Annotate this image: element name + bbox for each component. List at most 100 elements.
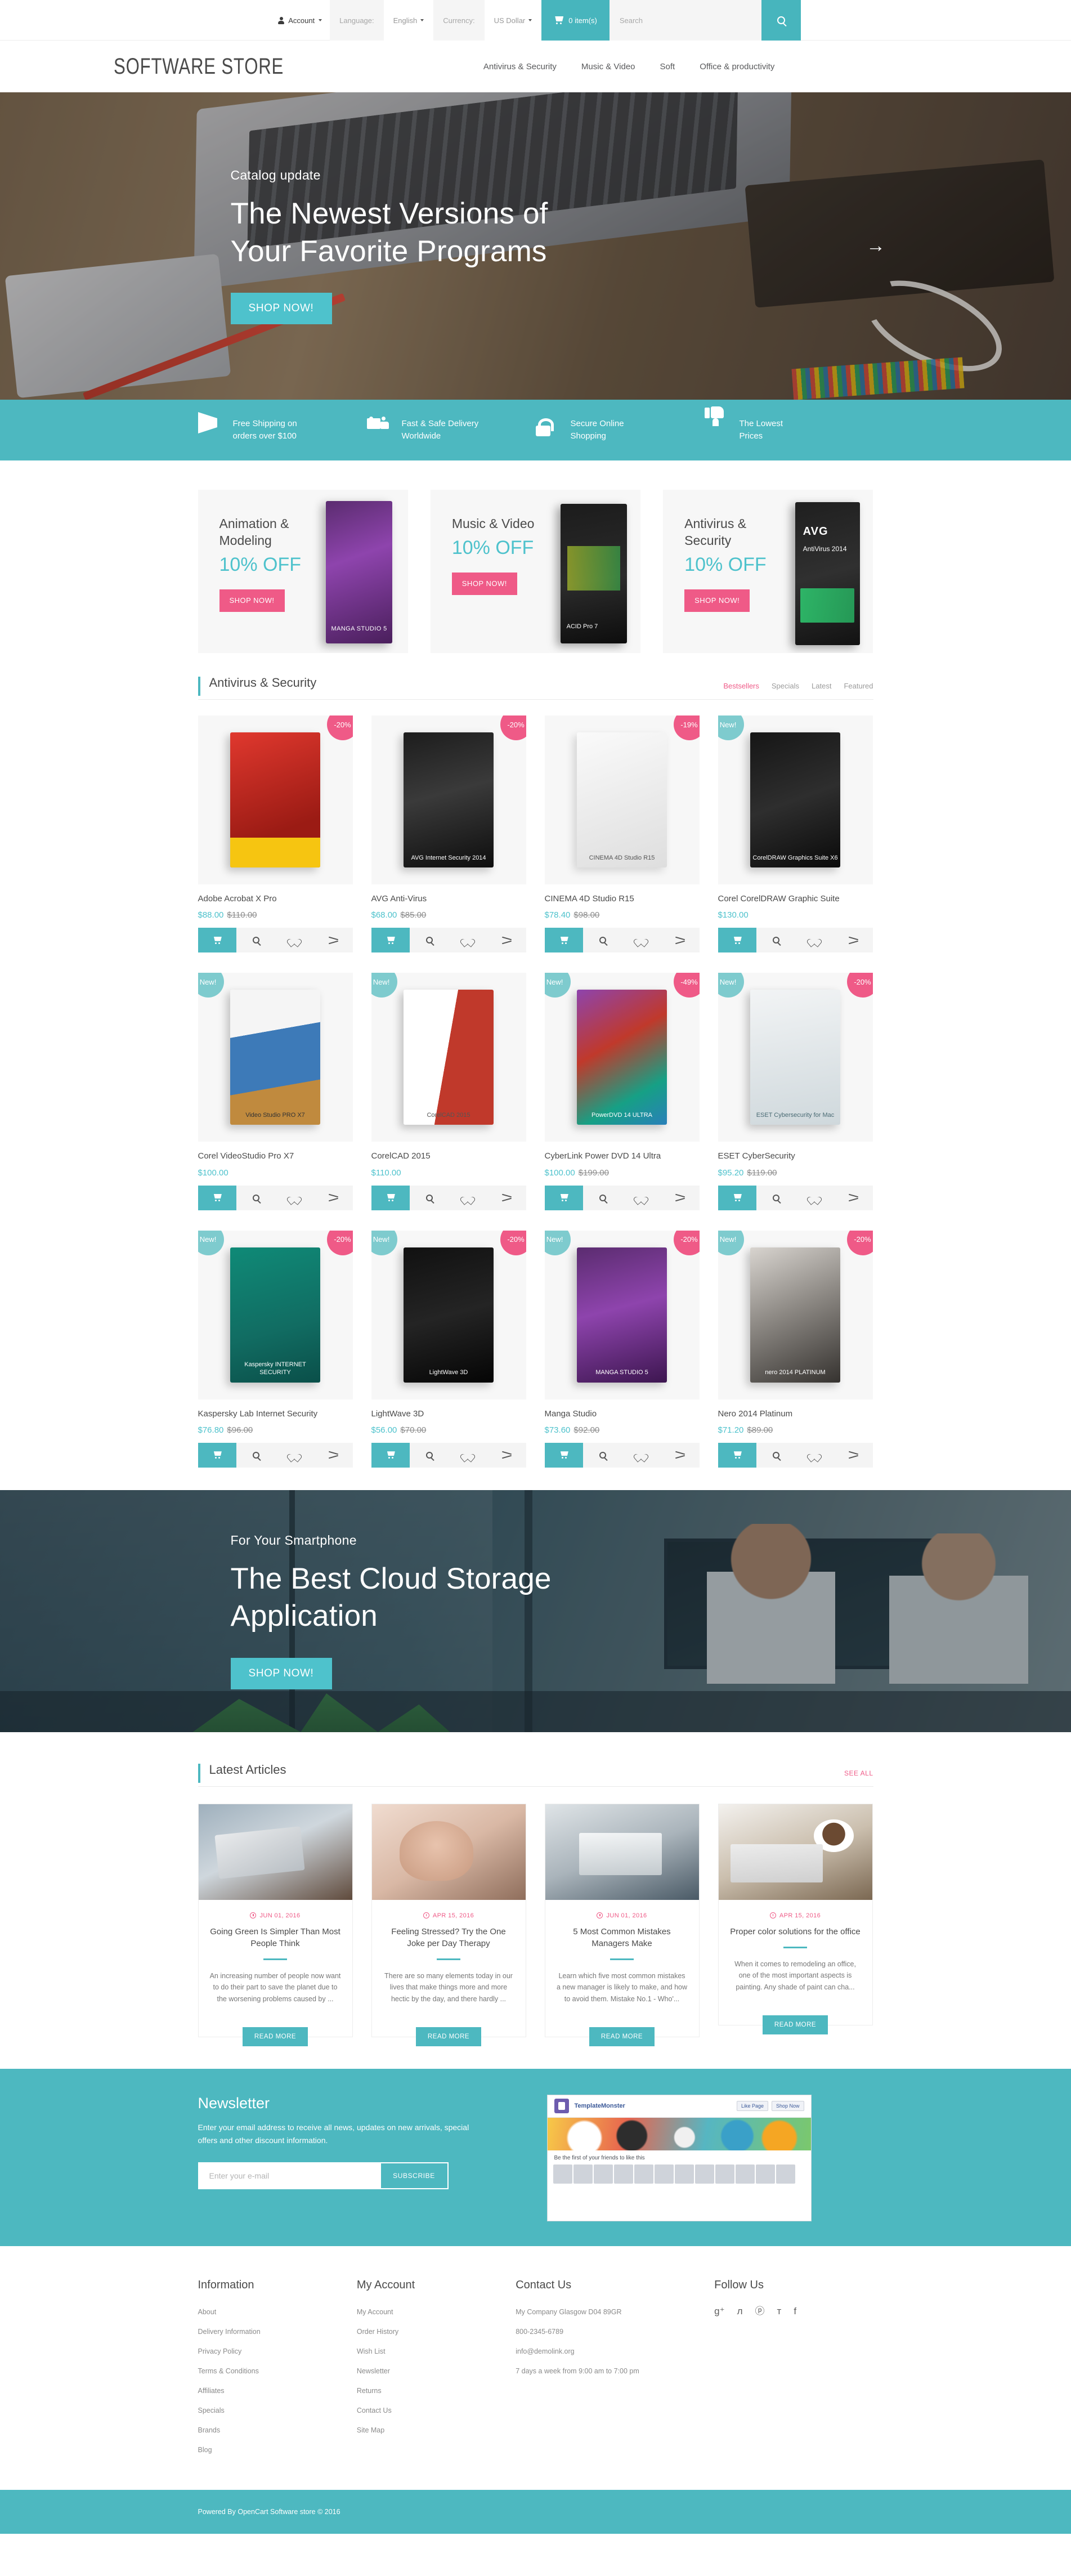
product-card[interactable]: New! Video Studio PRO X7 Corel VideoStudio… — [198, 973, 353, 1210]
nav-item-soft[interactable]: Soft — [660, 62, 675, 71]
wishlist-button[interactable] — [449, 1185, 487, 1210]
compare-button[interactable] — [834, 1442, 873, 1468]
wishlist-button[interactable] — [622, 1442, 661, 1468]
product-name[interactable]: ESET CyberSecurity — [718, 1151, 873, 1162]
quick-view-button[interactable] — [410, 928, 449, 953]
wishlist-button[interactable] — [795, 1442, 834, 1468]
quick-view-button[interactable] — [583, 1185, 622, 1210]
compare-button[interactable] — [834, 928, 873, 953]
compare-button[interactable] — [313, 1185, 353, 1210]
product-card[interactable]: New! CorelDRAW Graphics Suite X6 Corel Cor… — [718, 715, 873, 953]
footer-link[interactable]: Delivery Information — [198, 2326, 357, 2337]
add-to-cart-button[interactable] — [371, 1442, 410, 1468]
add-to-cart-button[interactable] — [718, 928, 757, 953]
add-to-cart-button[interactable] — [198, 1442, 237, 1468]
promo-shop-now-button[interactable]: SHOP NOW! — [451, 572, 517, 595]
wishlist-button[interactable] — [795, 1185, 834, 1210]
facebook-like-button[interactable]: Like Page — [736, 2101, 768, 2112]
add-to-cart-button[interactable] — [718, 1185, 757, 1210]
quick-view-button[interactable] — [756, 1185, 795, 1210]
search-input[interactable] — [619, 16, 751, 25]
footer-link[interactable]: My Account — [357, 2306, 516, 2318]
product-card[interactable]: New! -49% PowerDVD 14 ULTRA CyberLink Power… — [544, 973, 700, 1210]
compare-button[interactable] — [487, 928, 526, 953]
add-to-cart-button[interactable] — [371, 1185, 410, 1210]
footer-link[interactable]: Wish List — [357, 2346, 516, 2357]
product-name[interactable]: Manga Studio — [545, 1408, 700, 1420]
quick-view-button[interactable] — [410, 1185, 449, 1210]
product-card[interactable]: -19% CINEMA 4D Studio R15 CINEMA 4D Studio… — [544, 715, 700, 953]
product-name[interactable]: Corel CorelDRAW Graphic Suite — [718, 893, 873, 905]
product-card[interactable]: -20% AVG Internet Security 2014 AVG Anti-V… — [371, 715, 526, 953]
product-name[interactable]: CINEMA 4D Studio R15 — [545, 893, 700, 905]
quick-view-button[interactable] — [756, 1442, 795, 1468]
add-to-cart-button[interactable] — [718, 1442, 757, 1468]
add-to-cart-button[interactable] — [371, 928, 410, 953]
product-name[interactable]: Kaspersky Lab Internet Security — [198, 1408, 353, 1420]
product-card[interactable]: New! CorelCAD 2015 CorelCAD 2015 $110.00 — [371, 973, 526, 1210]
compare-button[interactable] — [660, 928, 700, 953]
promo-shop-now-button[interactable]: SHOP NOW! — [684, 589, 750, 612]
quick-view-button[interactable] — [410, 1442, 449, 1468]
add-to-cart-button[interactable] — [544, 928, 584, 953]
subscribe-button[interactable]: SUBSCRIBE — [380, 2162, 449, 2190]
facebook-shop-now-button[interactable]: Shop Now — [771, 2101, 804, 2112]
wishlist-button[interactable] — [622, 1185, 661, 1210]
article-card[interactable]: JUN 01, 2016 5 Most Common Mistakes Manag… — [544, 1803, 700, 2046]
footer-link[interactable]: Order History — [357, 2326, 516, 2337]
wishlist-button[interactable] — [795, 928, 834, 953]
product-image[interactable]: -20% AVG Internet Security 2014 — [371, 715, 526, 884]
wishlist-button[interactable] — [275, 1442, 314, 1468]
footer-link[interactable]: Contact Us — [357, 2405, 516, 2416]
account-menu[interactable]: Account — [270, 0, 330, 41]
product-image[interactable]: New! -20% LightWave 3D — [371, 1230, 526, 1399]
read-more-button[interactable]: READ MORE — [763, 2015, 828, 2034]
product-name[interactable]: Nero 2014 Platinum — [718, 1408, 873, 1420]
twitter-icon[interactable]: ᴛ — [777, 2306, 782, 2316]
nav-item-office[interactable]: Office & productivity — [700, 62, 774, 71]
tab-featured[interactable]: Featured — [844, 682, 873, 690]
footer-link[interactable]: Affiliates — [198, 2385, 357, 2396]
article-card[interactable]: JUN 01, 2016 Going Green Is Simpler Than … — [198, 1803, 353, 2046]
footer-link[interactable]: Newsletter — [357, 2365, 516, 2377]
article-title[interactable]: Going Green Is Simpler Than Most People … — [210, 1926, 341, 1949]
compare-button[interactable] — [660, 1185, 700, 1210]
product-name[interactable]: AVG Anti-Virus — [371, 893, 526, 905]
cart-button[interactable]: 0 item(s) — [541, 0, 610, 41]
read-more-button[interactable]: READ MORE — [589, 2027, 655, 2046]
compare-button[interactable] — [313, 1442, 353, 1468]
article-title[interactable]: Proper color solutions for the office — [730, 1926, 861, 1938]
tab-specials[interactable]: Specials — [772, 682, 799, 690]
site-logo[interactable]: SOFTWARE STORE — [114, 54, 284, 79]
language-select[interactable]: English — [383, 0, 434, 41]
quick-view-button[interactable] — [756, 928, 795, 953]
product-image[interactable]: New! CorelCAD 2015 — [371, 973, 526, 1142]
product-card[interactable]: New! -20% ESET Cybersecurity for Mac ESET C… — [718, 973, 873, 1210]
hero2-shop-now-button[interactable]: SHOP NOW! — [230, 1657, 332, 1689]
product-card[interactable]: -20% Adobe Acrobat XI Pro Adobe Acrobat X … — [198, 715, 353, 953]
wishlist-button[interactable] — [449, 1442, 487, 1468]
add-to-cart-button[interactable] — [198, 928, 237, 953]
article-card[interactable]: APR 15, 2016 Feeling Stressed? Try the On… — [371, 1803, 526, 2046]
wishlist-button[interactable] — [275, 928, 314, 953]
google-plus-icon[interactable]: g⁺ — [714, 2306, 724, 2316]
product-image[interactable]: New! Video Studio PRO X7 — [198, 973, 353, 1142]
footer-link[interactable]: Returns — [357, 2385, 516, 2396]
wishlist-button[interactable] — [622, 928, 661, 953]
compare-button[interactable] — [834, 1185, 873, 1210]
product-name[interactable]: CyberLink Power DVD 14 Ultra — [545, 1151, 700, 1162]
product-name[interactable]: CorelCAD 2015 — [371, 1151, 526, 1162]
compare-button[interactable] — [487, 1185, 526, 1210]
quick-view-button[interactable] — [236, 928, 275, 953]
product-name[interactable]: Corel VideoStudio Pro X7 — [198, 1151, 353, 1162]
hero-shop-now-button[interactable]: SHOP NOW! — [230, 292, 332, 324]
product-card[interactable]: New! -20% nero 2014 PLATINUM Nero 2014 Plat… — [718, 1230, 873, 1468]
search-button[interactable] — [761, 0, 801, 41]
promo-card-animation[interactable]: Animation & Modeling 10% OFF SHOP NOW! — [198, 490, 408, 653]
currency-select[interactable]: US Dollar — [484, 0, 542, 41]
product-image[interactable]: New! -20% Kaspersky INTERNET SECURITY — [198, 1230, 353, 1399]
footer-link[interactable]: About — [198, 2306, 357, 2318]
footer-link[interactable]: Privacy Policy — [198, 2346, 357, 2357]
rss-icon[interactable]: ᴫ — [737, 2306, 743, 2316]
quick-view-button[interactable] — [236, 1442, 275, 1468]
